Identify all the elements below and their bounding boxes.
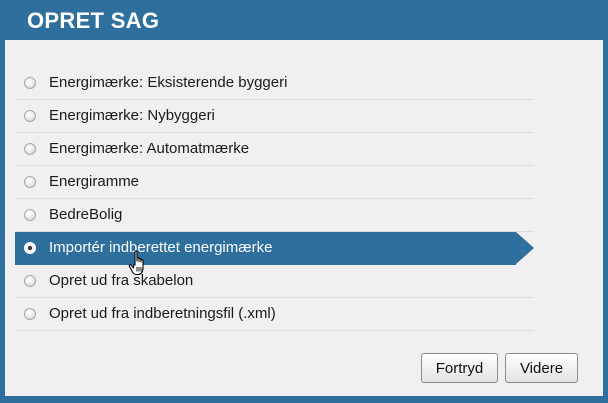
cancel-button[interactable]: Fortryd — [421, 353, 498, 383]
radio-button-icon[interactable] — [24, 77, 36, 89]
case-type-options: Energimærke: Eksisterende byggeri Energi… — [15, 67, 534, 331]
option-energy-frame[interactable]: Energiramme — [15, 166, 534, 199]
option-existing-building[interactable]: Energimærke: Eksisterende byggeri — [15, 67, 534, 100]
option-label: BedreBolig — [49, 206, 123, 223]
next-button[interactable]: Videre — [505, 353, 578, 383]
radio-button-icon[interactable] — [24, 209, 36, 221]
option-label: Energimærke: Eksisterende byggeri — [49, 74, 288, 91]
create-case-dialog: OPRET SAG Energimærke: Eksisterende bygg… — [0, 0, 608, 403]
dialog-title: OPRET SAG — [27, 8, 160, 33]
option-label: Importér indberettet energimærke — [49, 239, 273, 256]
radio-button-icon[interactable] — [24, 143, 36, 155]
dialog-header: OPRET SAG — [0, 0, 608, 40]
option-label: Energimærke: Automatmærke — [49, 140, 250, 157]
radio-button-icon[interactable] — [24, 176, 36, 188]
option-label: Energiramme — [49, 173, 140, 190]
option-automatic-label[interactable]: Energimærke: Automatmærke — [15, 133, 534, 166]
option-label: Energimærke: Nybyggeri — [49, 107, 215, 124]
radio-button-icon[interactable] — [24, 308, 36, 320]
dialog-content: Energimærke: Eksisterende byggeri Energi… — [5, 40, 603, 396]
option-label: Opret ud fra indberetningsfil (.xml) — [49, 305, 276, 322]
option-from-template[interactable]: Opret ud fra skabelon — [15, 265, 534, 298]
option-import-reported-label[interactable]: Importér indberettet energimærke — [15, 232, 534, 265]
radio-button-selected-icon[interactable] — [24, 242, 36, 254]
option-label: Opret ud fra skabelon — [49, 272, 194, 289]
option-new-building[interactable]: Energimærke: Nybyggeri — [15, 100, 534, 133]
option-from-xml-file[interactable]: Opret ud fra indberetningsfil (.xml) — [15, 298, 534, 331]
radio-button-icon[interactable] — [24, 275, 36, 287]
option-bedrebolig[interactable]: BedreBolig — [15, 199, 534, 232]
radio-button-icon[interactable] — [24, 110, 36, 122]
